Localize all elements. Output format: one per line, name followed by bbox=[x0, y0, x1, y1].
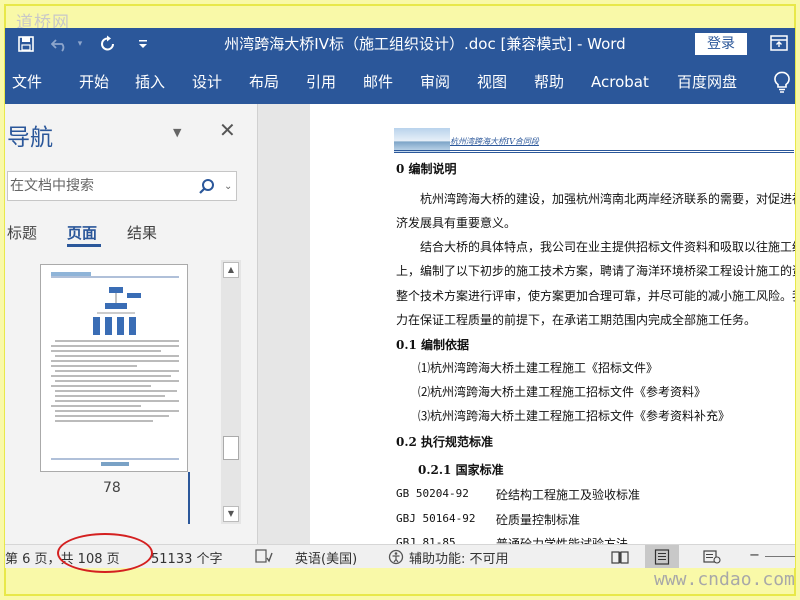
tell-me-lightbulb-icon[interactable] bbox=[773, 71, 791, 93]
header-bridge-image bbox=[394, 128, 450, 152]
standard-name: 砼结构工程施工及验收标准 bbox=[496, 488, 641, 502]
accessibility-status[interactable]: 辅助功能: 不可用 bbox=[409, 548, 509, 567]
search-input[interactable] bbox=[10, 175, 190, 197]
zoom-out-icon[interactable]: − bbox=[749, 548, 760, 563]
tab-design[interactable]: 设计 bbox=[192, 60, 222, 104]
search-dropdown-icon[interactable]: ⌄ bbox=[224, 181, 232, 192]
header-rule-2 bbox=[394, 152, 794, 153]
tab-mailings[interactable]: 邮件 bbox=[363, 60, 393, 104]
standard-name: 砼质量控制标准 bbox=[496, 513, 581, 527]
subsection-heading: 0.2.1 国家标准 bbox=[418, 463, 504, 477]
section-heading: 0 编制说明 bbox=[396, 162, 457, 176]
undo-dropdown-icon[interactable]: ▾ bbox=[73, 28, 87, 60]
zoom-slider[interactable] bbox=[765, 556, 795, 557]
thumbnail-page-number: 78 bbox=[103, 480, 121, 496]
paragraph-line: 结合大桥的具体特点，我公司在业主提供招标文件资料和吸取以往施工经 bbox=[420, 240, 795, 254]
tab-results[interactable]: 结果 bbox=[127, 222, 157, 243]
language-status[interactable]: 英语(美国) bbox=[295, 548, 357, 567]
read-mode-icon[interactable] bbox=[603, 545, 637, 568]
undo-icon[interactable] bbox=[49, 28, 71, 60]
customize-toolbar-icon[interactable] bbox=[135, 28, 151, 60]
tab-references[interactable]: 引用 bbox=[306, 60, 336, 104]
standard-code: GBJ 50164-92 bbox=[396, 512, 476, 525]
tab-file[interactable]: 文件 bbox=[12, 60, 42, 104]
login-button[interactable]: 登录 bbox=[695, 33, 747, 55]
tab-insert[interactable]: 插入 bbox=[135, 60, 165, 104]
standard-name: 普通砼力学性能试验方法 bbox=[496, 537, 629, 544]
nav-search-box: ⌄ bbox=[7, 171, 237, 201]
active-tab-underline bbox=[67, 244, 101, 247]
tab-home[interactable]: 开始 bbox=[79, 60, 109, 104]
tab-acrobat[interactable]: Acrobat bbox=[591, 60, 649, 104]
page-header-text: 杭州湾跨海大桥IV合同段 bbox=[450, 137, 539, 146]
watermark-bottom: www.cndao.com bbox=[654, 569, 795, 590]
paragraph-line: 杭州湾跨海大桥的建设，加强杭州湾南北两岸经济联系的需要，对促进社 bbox=[420, 192, 795, 206]
list-item: ⑶杭州湾跨海大桥土建工程施工招标文件《参考资料补充》 bbox=[418, 409, 731, 423]
section-heading: 0.1 编制依据 bbox=[396, 338, 470, 352]
tab-baidu-netdisk[interactable]: 百度网盘 bbox=[677, 60, 737, 104]
header-rule bbox=[394, 150, 794, 151]
list-item: ⑴杭州湾跨海大桥土建工程施工《招标文件》 bbox=[418, 361, 659, 375]
document-title: 州湾跨海大桥IV标（施工组织设计）.doc [兼容模式] - Word bbox=[224, 35, 626, 53]
paragraph-line: 济发展具有重要意义。 bbox=[396, 216, 517, 230]
redo-icon[interactable] bbox=[97, 28, 119, 60]
page-gutter bbox=[258, 104, 310, 544]
accessibility-icon[interactable] bbox=[388, 549, 404, 569]
list-item: ⑵杭州湾跨海大桥土建工程施工招标文件《参考资料》 bbox=[418, 385, 707, 399]
paragraph-line: 力在保证工程质量的前提下，在承诺工期范围内完成全部施工任务。 bbox=[396, 313, 757, 327]
navigation-pane: 导航 ▼ ✕ ⌄ 标题 页面 结果 bbox=[5, 104, 258, 544]
nav-options-dropdown-icon[interactable]: ▼ bbox=[173, 126, 181, 139]
tab-help[interactable]: 帮助 bbox=[534, 60, 564, 104]
standard-code: GBJ 81-85 bbox=[396, 536, 456, 544]
tab-pages[interactable]: 页面 bbox=[67, 222, 97, 243]
word-count-status[interactable]: 51133 个字 bbox=[151, 548, 223, 567]
print-layout-icon[interactable] bbox=[645, 545, 679, 568]
tab-review[interactable]: 审阅 bbox=[420, 60, 450, 104]
web-layout-icon[interactable] bbox=[695, 545, 729, 568]
scroll-down-icon[interactable]: ▼ bbox=[223, 506, 239, 522]
tab-view[interactable]: 视图 bbox=[477, 60, 507, 104]
section-heading: 0.2 执行规范标准 bbox=[396, 435, 494, 449]
save-icon[interactable] bbox=[15, 28, 37, 60]
scroll-thumb[interactable] bbox=[223, 436, 239, 460]
ribbon-tabs: 文件 开始 插入 设计 布局 引用 邮件 审阅 视图 帮助 Acrobat 百度… bbox=[5, 60, 795, 104]
tab-headings[interactable]: 标题 bbox=[7, 222, 37, 243]
proofing-icon[interactable] bbox=[255, 549, 273, 567]
paragraph-line: 上，编制了以下初步的施工技术方案，聘请了海洋环境桥梁工程设计施工的资 bbox=[396, 264, 795, 278]
nav-pane-title: 导航 bbox=[7, 125, 53, 151]
standard-code: GB 50204-92 bbox=[396, 487, 469, 500]
close-icon[interactable]: ✕ bbox=[219, 118, 236, 142]
nav-scrollbar[interactable]: ▲ ▼ bbox=[221, 260, 241, 524]
annotation-circle bbox=[57, 533, 153, 573]
document-page[interactable]: 杭州湾跨海大桥IV合同段 0 编制说明 杭州湾跨海大桥的建设，加强杭州湾南北两岸… bbox=[310, 104, 795, 544]
title-bar: ▾ 州湾跨海大桥IV标（施工组织设计）.doc [兼容模式] - Word 登录 bbox=[5, 28, 795, 60]
scroll-up-icon[interactable]: ▲ bbox=[223, 262, 239, 278]
page-thumbnail[interactable] bbox=[40, 264, 188, 472]
search-icon[interactable] bbox=[198, 178, 216, 196]
paragraph-line: 整个技术方案进行评审，使方案更加合理可靠，并尽可能的减小施工风险。我 bbox=[396, 289, 795, 303]
thumbnail-selection-indicator bbox=[188, 472, 190, 524]
ribbon-display-options-icon[interactable] bbox=[770, 34, 788, 52]
tab-layout[interactable]: 布局 bbox=[249, 60, 279, 104]
